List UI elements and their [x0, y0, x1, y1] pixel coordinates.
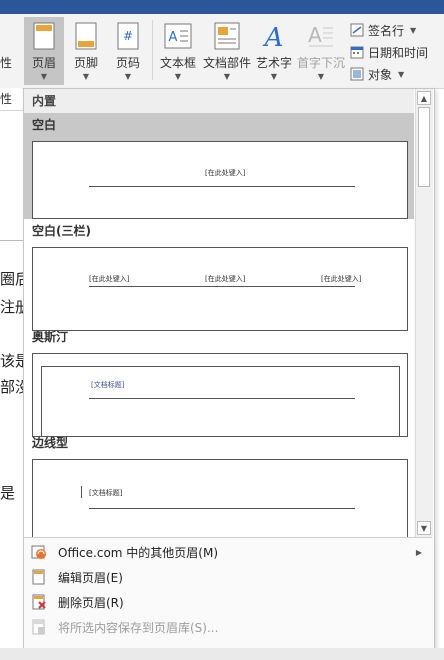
svg-text:A: A: [308, 23, 322, 47]
border-line: [41, 366, 42, 436]
drop-cap-button[interactable]: A 首字下沉 ▼: [296, 17, 346, 85]
save-selection-icon: [30, 618, 48, 636]
status-bar: [0, 648, 444, 660]
chevron-down-icon: ▼: [270, 72, 278, 81]
header-button-label: 页眉: [31, 56, 56, 70]
menu-item-more-headers-office[interactable]: Office.com 中的其他页眉(M) ▶: [24, 540, 432, 564]
chevron-down-icon: ▼: [174, 72, 182, 81]
border-line: [41, 366, 399, 367]
drop-cap-icon: A: [307, 21, 335, 51]
menu-item-label: Office.com 中的其他页眉(M): [58, 545, 219, 560]
gallery-item-title: 奥斯汀: [32, 330, 69, 344]
gallery-scrollbar[interactable]: ▲ ▼: [415, 89, 433, 537]
header-thumbnail-austin[interactable]: [文档标题]: [32, 353, 408, 437]
menu-item-edit-header[interactable]: 编辑页眉(E): [24, 565, 432, 589]
header-thumbnail-blank[interactable]: [在此处键入]: [32, 141, 408, 219]
drop-cap-button-label: 首字下沉: [296, 56, 345, 70]
chevron-down-icon: ▼: [317, 72, 325, 81]
quick-parts-button[interactable]: 文档部件 ▼: [202, 17, 252, 85]
office-icon: [30, 543, 48, 561]
chevron-down-icon: ▼: [124, 72, 132, 81]
header-rule: [89, 186, 355, 187]
signature-line-icon: [350, 23, 364, 37]
svg-text:A: A: [169, 30, 178, 45]
ribbon-partial-label: 性: [0, 56, 13, 70]
chevron-down-icon: ▼: [82, 72, 90, 81]
header-icon: [30, 21, 58, 51]
page-number-button[interactable]: # 页码 ▼: [108, 17, 148, 85]
header-rule: [89, 398, 355, 399]
footer-button[interactable]: 页脚 ▼: [66, 17, 106, 85]
text-box-button-label: 文本框: [159, 56, 196, 70]
text-box-icon: A: [164, 21, 192, 51]
text-box-button[interactable]: A 文本框 ▼: [156, 17, 200, 85]
page-number-button-label: 页码: [115, 56, 140, 70]
date-time-label: 日期和时间: [368, 45, 429, 60]
header-thumbnail-blank-three-column[interactable]: [在此处键入] [在此处键入] [在此处键入]: [32, 247, 408, 331]
gallery-item-title: 边线型: [32, 436, 69, 450]
chevron-down-icon: ▼: [398, 69, 405, 79]
ribbon-group-divider: [152, 20, 153, 80]
placeholder-text: [在此处键入]: [89, 275, 130, 283]
signature-line-button[interactable]: 签名行 ▼: [350, 20, 416, 40]
page-number-icon: #: [114, 21, 142, 51]
left-edge-label: 性: [0, 92, 13, 106]
object-icon: [350, 67, 364, 81]
chevron-down-icon: ▼: [410, 25, 417, 35]
wordart-button[interactable]: A 艺术字 ▼: [254, 17, 294, 85]
svg-text:A: A: [263, 23, 284, 50]
sideline-bar: [81, 486, 82, 498]
header-rule: [89, 508, 355, 509]
scrollbar-thumb[interactable]: [418, 107, 430, 187]
quick-parts-icon: [213, 21, 241, 51]
wordart-icon: A: [260, 21, 288, 51]
quick-parts-button-label: 文档部件: [202, 56, 251, 70]
signature-line-label: 签名行: [368, 23, 405, 38]
scroll-down-icon[interactable]: ▼: [417, 521, 431, 535]
scroll-up-icon[interactable]: ▲: [417, 91, 431, 105]
menu-item-save-selection[interactable]: 将所选内容保存到页眉库(S)...: [24, 615, 432, 639]
gallery-item-title: 空白: [24, 113, 414, 137]
ribbon-insert-tab: 性 页眉 ▼ 页脚 ▼ # 页码 ▼ A 文本框 ▼ 文档部件 ▼ A 艺术字 …: [0, 14, 444, 89]
border-line: [399, 366, 400, 436]
chevron-down-icon: ▼: [223, 72, 231, 81]
wordart-button-label: 艺术字: [255, 56, 292, 70]
placeholder-text: [在此处键入]: [205, 275, 246, 283]
header-button[interactable]: 页眉 ▼: [24, 17, 64, 85]
placeholder-text: [文档标题]: [89, 489, 123, 497]
footer-button-label: 页脚: [73, 56, 98, 70]
placeholder-text: [在此处键入]: [205, 169, 246, 177]
gallery-section-built-in: 内置: [24, 89, 414, 113]
document-line: [0, 240, 24, 241]
menu-item-label: 将所选内容保存到页眉库(S)...: [58, 620, 219, 635]
object-button[interactable]: 对象 ▼: [350, 64, 404, 84]
menu-item-label: 编辑页眉(E): [58, 570, 123, 585]
header-gallery: 内置 空白 [在此处键入] 空白(三栏) [在此处键入] [在此处键入] [在此…: [24, 89, 414, 537]
title-bar: [0, 0, 444, 14]
menu-divider: [24, 537, 432, 538]
header-rule: [89, 286, 355, 287]
document-text: 是: [0, 484, 16, 502]
submenu-arrow-icon: ▶: [415, 547, 422, 557]
footer-icon: [72, 21, 100, 51]
svg-text:#: #: [123, 29, 133, 43]
menu-item-label: 删除页眉(R): [58, 595, 124, 610]
date-time-icon: [350, 45, 364, 59]
header-thumbnail-sideline[interactable]: [文档标题]: [32, 459, 408, 537]
placeholder-text: [在此处键入]: [321, 275, 362, 283]
remove-header-icon: [30, 593, 48, 611]
edit-header-icon: [30, 568, 48, 586]
header-gallery-dropdown: 内置 空白 [在此处键入] 空白(三栏) [在此处键入] [在此处键入] [在此…: [23, 88, 435, 650]
menu-item-remove-header[interactable]: 删除页眉(R): [24, 590, 432, 614]
placeholder-text: [文档标题]: [91, 381, 125, 389]
gallery-item-title: 空白(三栏): [32, 224, 91, 238]
object-label: 对象: [368, 67, 393, 82]
chevron-down-icon: ▼: [40, 72, 48, 81]
date-time-button[interactable]: 日期和时间: [350, 42, 428, 62]
ribbon-bottom-edge: [0, 110, 24, 111]
